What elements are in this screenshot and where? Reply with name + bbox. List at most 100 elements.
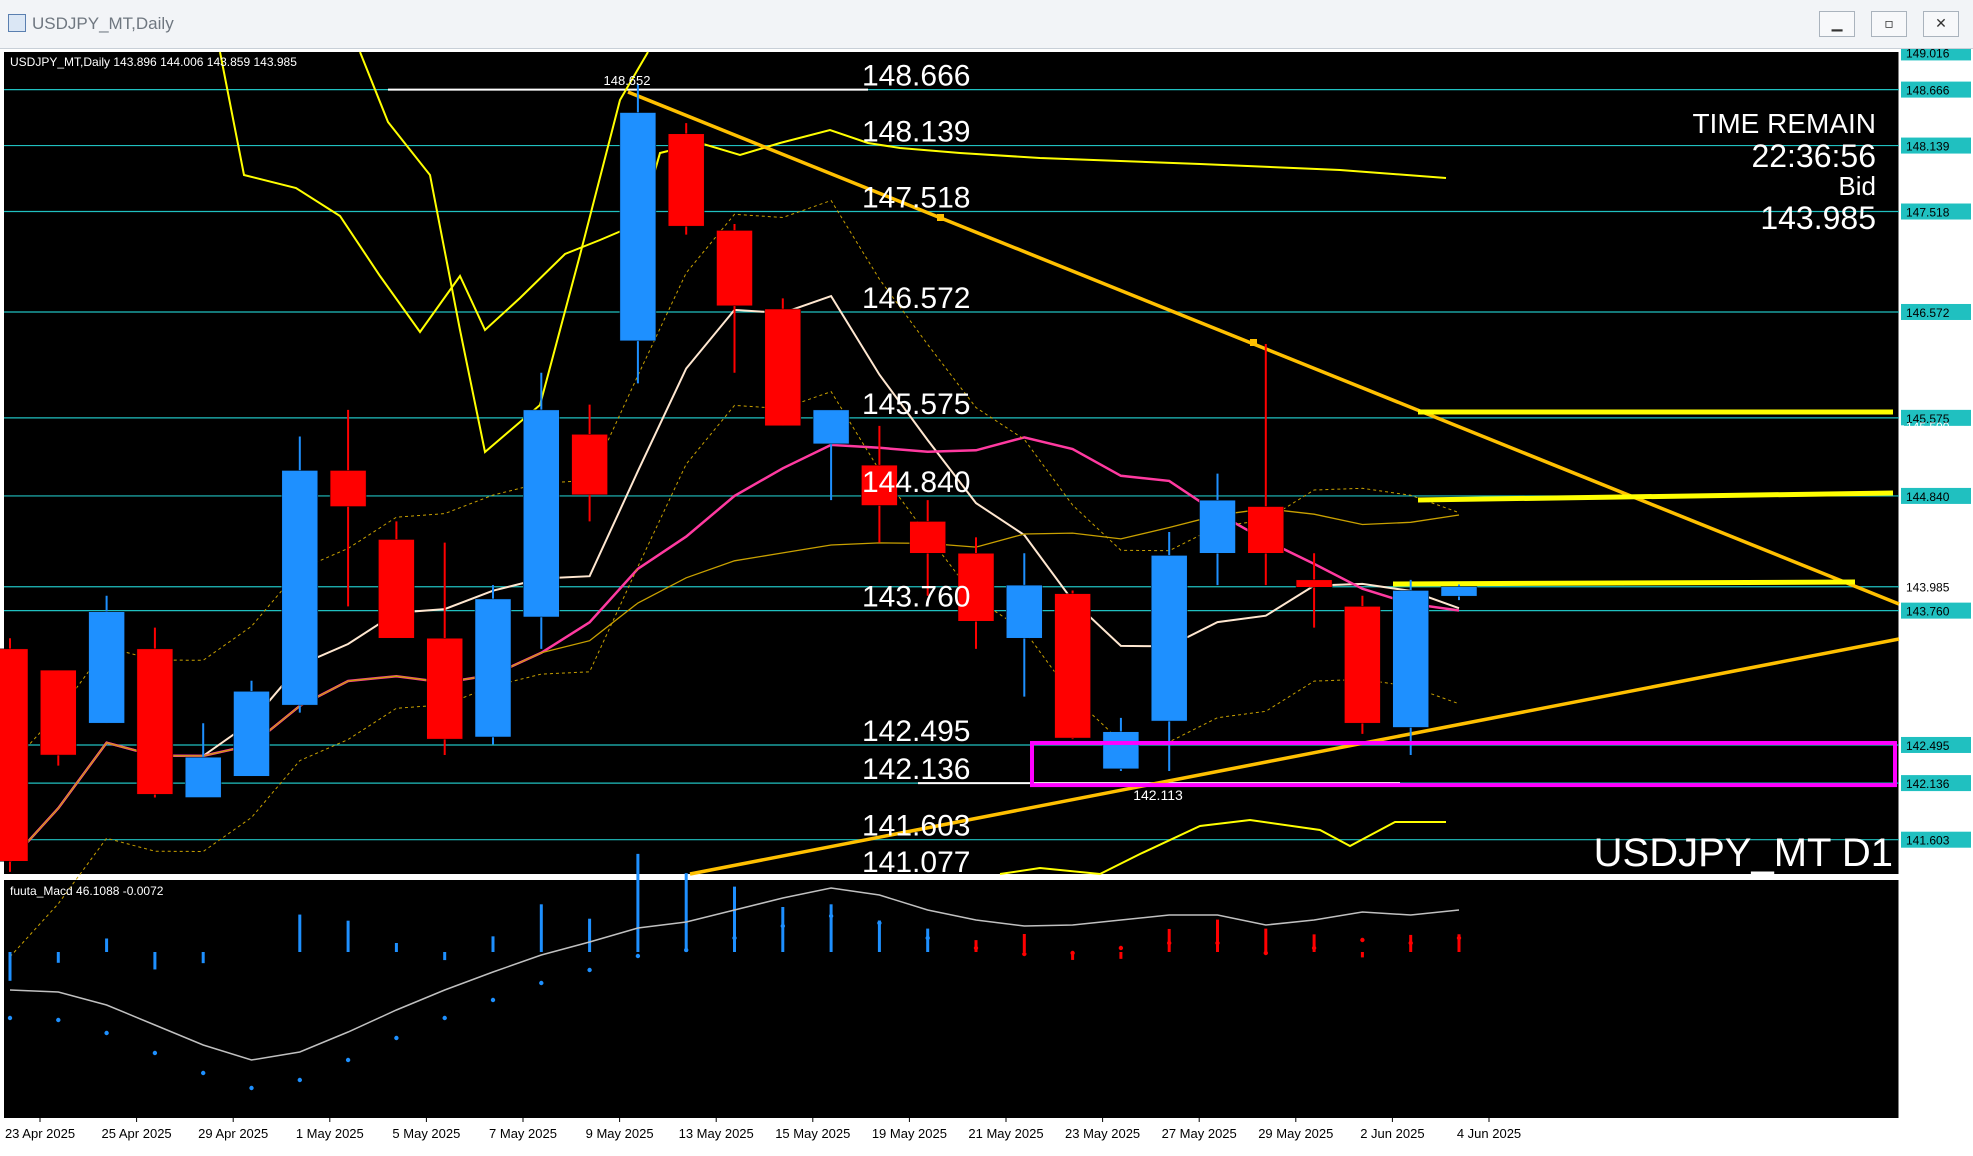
candle-body[interactable] (136, 648, 174, 795)
macd-dot (345, 1057, 351, 1063)
candle-body[interactable] (1150, 555, 1188, 722)
candle-body[interactable] (281, 470, 319, 706)
close-button[interactable]: ✕ (1923, 11, 1959, 37)
price-tick-label: 146.900 (1906, 271, 1950, 285)
macd-dot (297, 1077, 302, 1083)
time-tick-label: 23 Apr 2025 (5, 1126, 75, 1141)
price-tag-label: 142.136 (1906, 777, 1950, 791)
time-tick-label: 15 May 2025 (775, 1126, 850, 1141)
chart-window-icon (8, 14, 26, 32)
price-chart[interactable]: 148.666 148.139 147.518 146.572 145.575 144.8… (0, 49, 1973, 1156)
time-tick-label: 7 May 2025 (489, 1126, 557, 1141)
price-tick-label: 145.500 (1906, 420, 1950, 434)
price-tick-label: 147.370 (1906, 221, 1950, 235)
candle-body[interactable] (40, 669, 77, 756)
candle-body[interactable] (764, 308, 802, 427)
candle-body[interactable] (667, 133, 705, 227)
chart-header-info: USDJPY_MT,Daily 143.896 144.006 143.859 … (10, 55, 297, 69)
price-tick-label: 146.440 (1906, 320, 1950, 334)
time-tick-label: 23 May 2025 (1065, 1126, 1140, 1141)
macd-dot (1311, 945, 1317, 951)
macd-dot (201, 1070, 206, 1076)
macd-dot (1118, 945, 1124, 951)
candle-body[interactable] (1054, 593, 1091, 739)
candle-body[interactable] (329, 470, 367, 507)
level-label: 142.136 (862, 753, 970, 786)
candle-body[interactable] (1247, 506, 1285, 554)
window-title: USDJPY_MT,Daily (32, 14, 174, 33)
window-titlebar: USDJPY_MT,Daily ▁ ▫ ✕ (0, 0, 1973, 49)
macd-header-info: fuuta_Macd 46.1088 -0.0072 (10, 884, 164, 898)
price-tag-label: 143.985 (1906, 581, 1950, 595)
macd-dot (1456, 935, 1462, 941)
price-tick-label: 143.170 (1906, 667, 1950, 681)
candle-body[interactable] (1440, 586, 1478, 597)
low-price-marker: 142.113 (1133, 787, 1183, 803)
time-tick-label: 19 May 2025 (872, 1126, 947, 1141)
candle-body[interactable] (184, 756, 222, 798)
level-label: 147.518 (862, 182, 970, 215)
level-label: 143.760 (862, 581, 970, 614)
time-tick-label: 4 Jun 2025 (1457, 1126, 1521, 1141)
bid-label: Bid (1838, 171, 1876, 201)
macd-dot (1215, 940, 1220, 946)
level-label: 148.666 (862, 60, 970, 93)
time-tick-label: 5 May 2025 (392, 1126, 460, 1141)
price-tag-label: 146.572 (1906, 306, 1950, 320)
macd-dot (1167, 940, 1172, 946)
price-tag-label: 141.603 (1906, 834, 1950, 848)
macd-dot (56, 1017, 61, 1023)
candle-body[interactable] (474, 598, 512, 738)
candle-body[interactable] (1295, 579, 1333, 588)
time-tick-label: 1 May 2025 (296, 1126, 364, 1141)
macd-panel-background (4, 880, 1899, 1118)
macd-dot (104, 1030, 109, 1036)
candle-body[interactable] (523, 409, 560, 618)
price-tag-label: 142.495 (1906, 739, 1950, 753)
candle-body[interactable] (1344, 606, 1381, 724)
time-tick-label: 9 May 2025 (586, 1126, 654, 1141)
price-tick-label: 144.100 (1906, 569, 1950, 583)
candle-body[interactable] (378, 539, 415, 639)
candle-body[interactable] (571, 434, 608, 496)
candle-body[interactable] (1392, 590, 1429, 728)
chart-window[interactable]: 148.666 148.139 147.518 146.572 145.575 144.8… (0, 49, 1973, 1156)
macd-dot (539, 980, 544, 986)
restore-button[interactable]: ▫ (1871, 11, 1907, 37)
level-label: 141.077 (862, 846, 970, 879)
candle-body[interactable] (619, 112, 657, 342)
candle-body[interactable] (0, 648, 29, 862)
macd-dot (1070, 950, 1075, 956)
level-label: 142.495 (862, 715, 970, 748)
macd-dot (587, 967, 592, 973)
macd-dot (7, 1015, 13, 1021)
candle-body[interactable] (233, 691, 270, 777)
candle-body[interactable] (1199, 499, 1236, 554)
price-tick-label: 143.640 (1906, 617, 1950, 631)
price-tag-label: 148.139 (1906, 140, 1950, 154)
price-tick-label: 147.840 (1906, 171, 1950, 185)
macd-dot (973, 945, 979, 951)
price-tick-label: 142.700 (1906, 717, 1950, 731)
time-tick-label: 2 Jun 2025 (1360, 1126, 1424, 1141)
support-segment[interactable] (1392, 579, 1856, 587)
macd-dot (1022, 951, 1027, 957)
minimize-button[interactable]: ▁ (1819, 11, 1855, 37)
macd-scale-top: 50.297 (1906, 882, 1943, 896)
trendline-anchor[interactable] (937, 214, 944, 221)
price-tick-label: 145.040 (1906, 469, 1950, 483)
macd-dot (732, 935, 737, 941)
candle-body[interactable] (1006, 584, 1043, 639)
macd-dot (1408, 940, 1413, 946)
price-tick-label: 141.770 (1906, 816, 1950, 830)
candle-body[interactable] (1102, 731, 1140, 770)
candle-body[interactable] (88, 611, 125, 724)
price-tag-label: 148.666 (1906, 84, 1950, 98)
candle-body[interactable] (716, 230, 753, 307)
time-tick-label: 13 May 2025 (679, 1126, 754, 1141)
candle-body[interactable] (909, 521, 946, 554)
trendline-anchor[interactable] (1250, 339, 1257, 346)
candle-body[interactable] (426, 637, 463, 740)
candle-body[interactable] (812, 409, 850, 445)
macd-dot (828, 913, 834, 919)
